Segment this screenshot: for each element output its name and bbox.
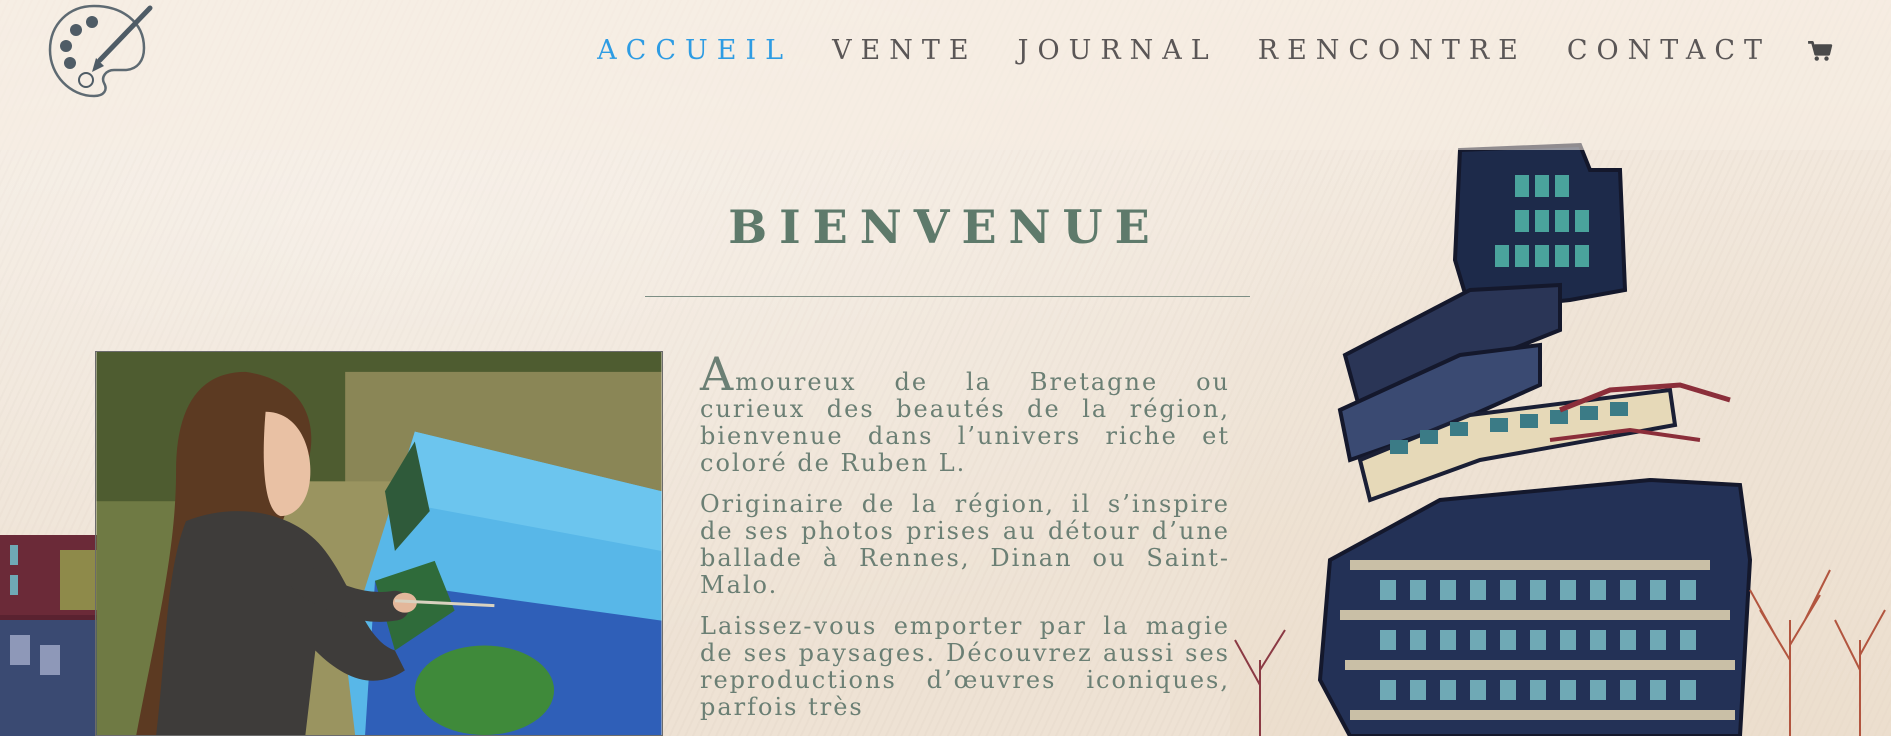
intro-paragraph-1-text: moureux de la Bretagne ou curieux des be… xyxy=(700,368,1230,477)
intro-paragraph-3: Laissez-vous emporter par la magie de se… xyxy=(700,612,1230,721)
main-nav: ACCUEIL VENTE JOURNAL RENCONTRE CONTACT xyxy=(597,34,1833,68)
artist-painting-photo xyxy=(95,351,663,736)
intro-paragraph-1: Amoureux de la Bretagne ou curieux des b… xyxy=(700,351,1230,477)
cart-icon[interactable] xyxy=(1807,38,1833,64)
palette-brush-logo[interactable] xyxy=(44,0,156,102)
nav-journal[interactable]: JOURNAL xyxy=(1018,34,1218,68)
building-painting xyxy=(1230,140,1891,736)
dropcap-letter: A xyxy=(700,347,736,401)
site-header: ACCUEIL VENTE JOURNAL RENCONTRE CONTACT xyxy=(0,0,1891,150)
title-divider xyxy=(645,296,1250,297)
left-painting-fragment xyxy=(0,535,100,736)
nav-rencontre[interactable]: RENCONTRE xyxy=(1258,34,1527,68)
nav-accueil[interactable]: ACCUEIL xyxy=(597,34,792,68)
nav-vente[interactable]: VENTE xyxy=(832,34,978,68)
page-title: BIENVENUE xyxy=(728,200,1162,254)
nav-contact[interactable]: CONTACT xyxy=(1567,34,1771,68)
intro-text: Amoureux de la Bretagne ou curieux des b… xyxy=(700,351,1230,735)
intro-paragraph-2: Originaire de la région, il s’inspire de… xyxy=(700,490,1230,599)
page: ACCUEIL VENTE JOURNAL RENCONTRE CONTACT … xyxy=(0,0,1891,736)
